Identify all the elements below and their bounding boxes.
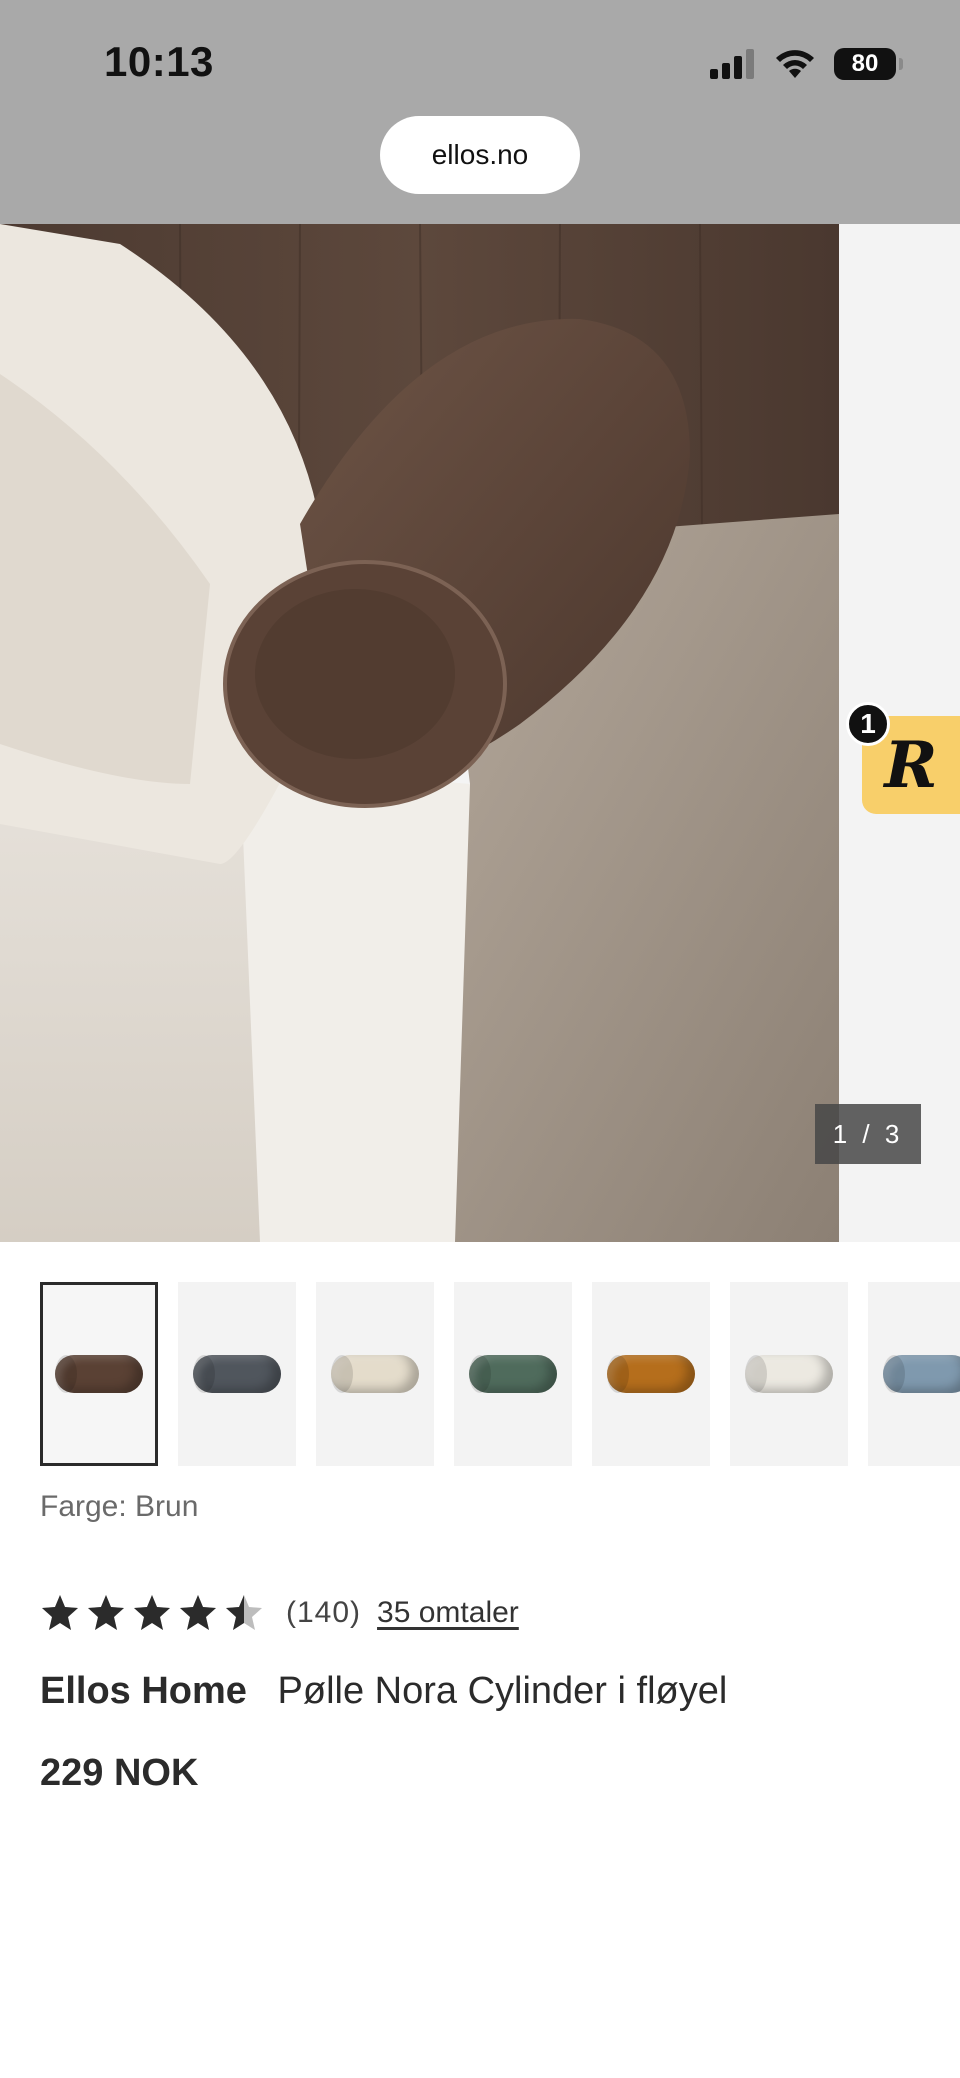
rating-row: (140) 35 omtaler xyxy=(40,1590,519,1636)
url-text: ellos.no xyxy=(431,139,529,170)
star-icon xyxy=(134,1595,170,1630)
star-icon xyxy=(226,1595,262,1630)
product-brand[interactable]: Ellos Home xyxy=(40,1670,247,1712)
product-name: Pølle Nora Cylinder i fløyel xyxy=(277,1670,728,1712)
star-icon xyxy=(88,1595,124,1630)
browser-header: 10:13 80 ellos.no xyxy=(0,0,960,224)
wifi-icon xyxy=(776,50,814,78)
color-thumbnail[interactable] xyxy=(730,1282,848,1466)
status-icons: 80 xyxy=(710,44,903,84)
thumbnail-strip[interactable] xyxy=(40,1282,960,1466)
r-badge-count: 1 xyxy=(846,702,890,746)
product-price: 229 NOK xyxy=(40,1752,199,1794)
color-thumbnail[interactable] xyxy=(316,1282,434,1466)
star-icon xyxy=(180,1595,216,1630)
reviews-link[interactable]: 35 omtaler xyxy=(377,1596,519,1630)
bolster-thumbnail-image xyxy=(193,1355,281,1393)
color-label: Farge: Brun xyxy=(40,1490,199,1523)
product-title: Ellos Home Pølle Nora Cylinder i fløyel xyxy=(40,1670,727,1713)
product-main-image[interactable] xyxy=(0,224,839,1242)
bolster-thumbnail-image xyxy=(469,1355,557,1393)
color-thumbnail[interactable] xyxy=(868,1282,960,1466)
bolster-thumbnail-image xyxy=(745,1355,833,1393)
bolster-thumbnail-image xyxy=(331,1355,419,1393)
battery-level: 80 xyxy=(851,50,879,77)
status-time: 10:13 xyxy=(104,38,214,85)
battery-icon: 80 xyxy=(834,48,903,80)
color-thumbnail[interactable] xyxy=(40,1282,158,1466)
bolster-thumbnail-image xyxy=(607,1355,695,1393)
star-icon xyxy=(42,1595,78,1630)
color-thumbnail[interactable] xyxy=(178,1282,296,1466)
cellular-signal-icon xyxy=(710,49,754,79)
r-badge-letter: R xyxy=(884,727,938,803)
rating-count: (140) xyxy=(286,1596,362,1629)
url-bar[interactable]: ellos.no xyxy=(380,116,580,194)
star-rating xyxy=(40,1593,264,1633)
color-thumbnail[interactable] xyxy=(592,1282,710,1466)
color-thumbnail[interactable] xyxy=(454,1282,572,1466)
bolster-thumbnail-image xyxy=(55,1355,143,1393)
bolster-thumbnail-image xyxy=(883,1355,960,1393)
product-image-carousel[interactable]: R 1 1 / 3 xyxy=(0,224,960,1242)
image-counter: 1 / 3 xyxy=(815,1104,921,1164)
